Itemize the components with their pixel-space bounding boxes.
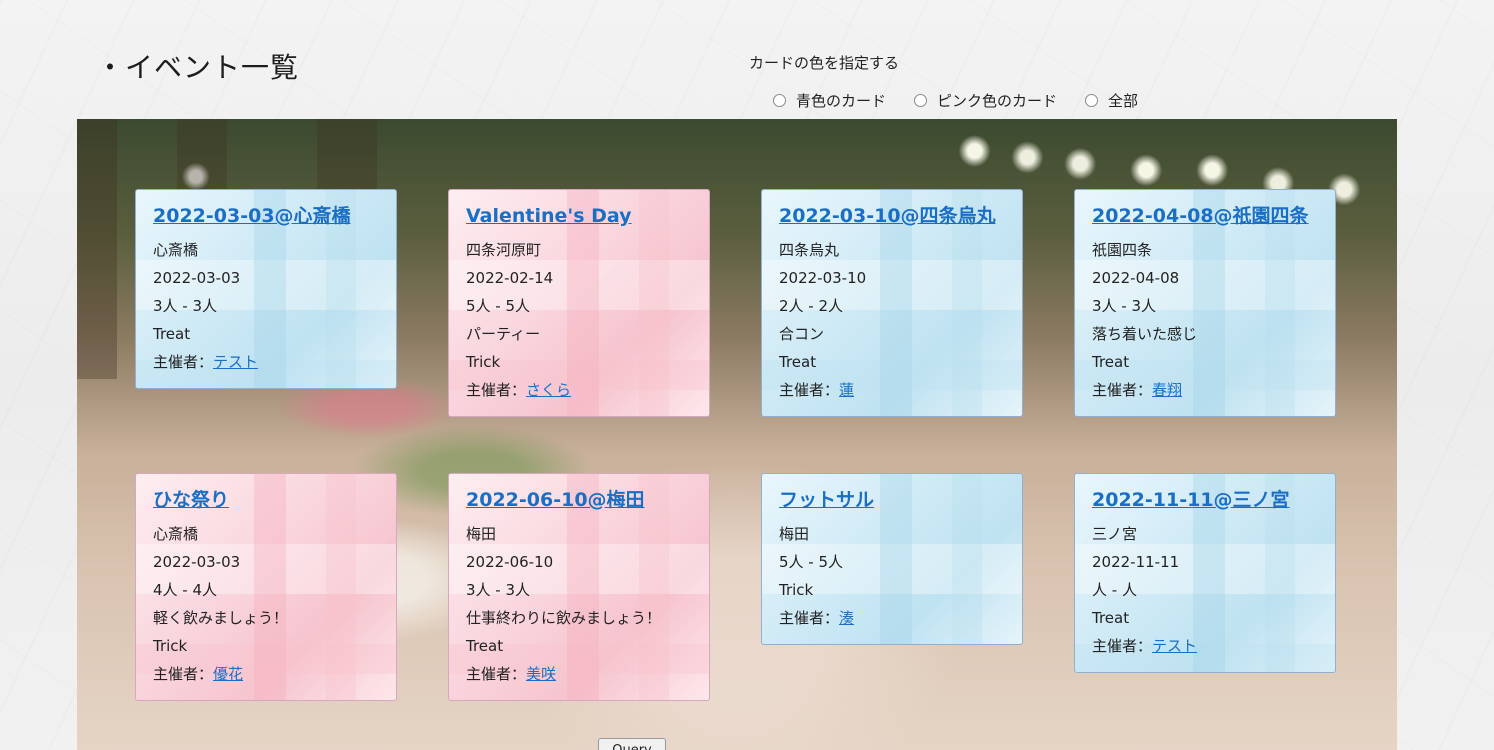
host-prefix: 主催者： [153,665,214,683]
event-detail-line: Treat [153,325,191,343]
event-card: 2022-11-11@三ノ宮三ノ宮 2022-11-11 人 - 人 Treat 主催者… [1074,473,1336,673]
event-detail-line: 2022-03-10 [779,269,867,287]
event-detail-line: Treat [1092,609,1130,627]
radio-pink-label: ピンク色のカード [937,92,1058,110]
event-title-link[interactable]: ひな祭り [153,488,379,512]
host-prefix: 主催者： [1092,381,1153,399]
event-detail-line: 合コン [779,325,825,343]
host-link[interactable]: 優花 [213,665,243,683]
event-detail-line: Trick [466,353,501,371]
radio-all-cards[interactable]: 全部 [1085,90,1138,111]
event-card: 2022-06-10@梅田梅田 2022-06-10 3人 - 3人仕事終わりに飲み… [448,473,710,701]
event-detail-line: 2022-03-03 [153,553,241,571]
event-detail-line: 軽く飲みましょう！ [153,609,289,627]
host-prefix: 主催者： [153,353,214,371]
event-detail-line: 梅田 [466,525,497,543]
host-link[interactable]: 湊 [839,609,854,627]
host-prefix: 主催者： [779,609,840,627]
event-detail-line: 梅田 [779,525,810,543]
host-link[interactable]: テスト [213,353,258,371]
event-detail-line: 2022-04-08 [1092,269,1180,287]
host-link[interactable]: 春翔 [1152,381,1182,399]
event-detail-line: Treat [779,353,817,371]
query-button[interactable]: Query [598,738,666,750]
radio-button-pink[interactable] [914,94,928,107]
event-host-line: 主催者：テスト [153,348,379,376]
event-detail-line: 4人 - 4人 [153,581,218,599]
event-detail-line: 5人 - 5人 [779,553,844,571]
event-detail-line: 2022-06-10 [466,553,554,571]
host-prefix: 主催者： [779,381,840,399]
color-filter-label: カードの色を指定する [749,54,900,72]
event-detail-line: 2022-11-11 [1092,553,1180,571]
event-host-line: 主催者：優花 [153,660,379,688]
host-link[interactable]: テスト [1152,637,1197,655]
event-card: 2022-03-03@心斎橋心斎橋 2022-03-03 3人 - 3人 Treat 主… [135,189,397,389]
event-title-link[interactable]: フットサル [779,488,1005,512]
event-detail-line: 2022-02-14 [466,269,554,287]
event-host-line: 主催者：湊 [779,604,1005,632]
event-card: 2022-04-08@祇園四条祇園四条 2022-04-08 3人 - 3人落ち着い… [1074,189,1336,417]
event-title-link[interactable]: 2022-03-10@四条烏丸 [779,204,1005,228]
radio-button-all[interactable] [1085,94,1099,107]
event-card: Valentine's Day 四条河原町 2022-02-14 5人 - 5人 パーテ… [448,189,710,417]
event-detail-line: パーティー [466,325,541,343]
radio-blue-label: 青色のカード [796,92,887,110]
event-detail-line: 祇園四条 [1092,241,1153,259]
event-detail-line: 心斎橋 [153,525,199,543]
host-link[interactable]: さくら [526,381,571,399]
host-prefix: 主催者： [1092,637,1153,655]
event-detail-line: 3人 - 3人 [153,297,218,315]
event-detail-line: 2022-03-03 [153,269,241,287]
event-host-line: 主催者：さくら [466,376,692,404]
event-detail-line: 3人 - 3人 [1092,297,1157,315]
event-title-link[interactable]: 2022-04-08@祇園四条 [1092,204,1318,228]
event-detail-line: Treat [466,637,504,655]
page-title: ・イベント一覧 [96,51,300,84]
event-title-link[interactable]: 2022-03-03@心斎橋 [153,204,379,228]
event-detail-line: 人 - 人 [1092,581,1137,599]
host-prefix: 主催者： [466,381,527,399]
event-detail-line: 落ち着いた感じ [1092,325,1198,343]
event-detail-line: 四条烏丸 [779,241,840,259]
event-title-link[interactable]: Valentine's Day [466,204,692,228]
event-host-line: 主催者：蓮 [779,376,1005,404]
host-prefix: 主催者： [466,665,527,683]
event-detail-line: 5人 - 5人 [466,297,531,315]
host-link[interactable]: 蓮 [839,381,854,399]
event-title-link[interactable]: 2022-06-10@梅田 [466,488,692,512]
event-host-line: 主催者：春翔 [1092,376,1318,404]
event-card: フットサル梅田 5人 - 5人 Trick 主催者：湊 [761,473,1023,645]
event-detail-line: 四条河原町 [466,241,542,259]
event-host-line: 主催者：美咲 [466,660,692,688]
event-detail-line: 3人 - 3人 [466,581,531,599]
radio-all-label: 全部 [1108,92,1139,110]
event-card: 2022-03-10@四条烏丸四条烏丸 2022-03-10 2人 - 2人 合コン T… [761,189,1023,417]
event-detail-line: Trick [153,637,188,655]
event-detail-line: Trick [779,581,814,599]
radio-pink-cards[interactable]: ピンク色のカード [914,90,1057,111]
event-detail-line: 2人 - 2人 [779,297,844,315]
event-card: ひな祭り心斎橋 2022-03-03 4人 - 4人軽く飲みましょう！ Trick 主催… [135,473,397,701]
event-title-link[interactable]: 2022-11-11@三ノ宮 [1092,488,1318,512]
event-detail-line: Treat [1092,353,1130,371]
event-detail-line: 心斎橋 [153,241,199,259]
radio-blue-cards[interactable]: 青色のカード [773,90,886,111]
radio-button-blue[interactable] [773,94,786,107]
host-link[interactable]: 美咲 [526,665,556,683]
color-filter-radio-group: 青色のカード ピンク色のカード 全部 [773,90,1166,111]
event-host-line: 主催者：テスト [1092,632,1318,660]
event-detail-line: 三ノ宮 [1092,525,1138,543]
event-detail-line: 仕事終わりに飲みましょう！ [466,609,662,627]
